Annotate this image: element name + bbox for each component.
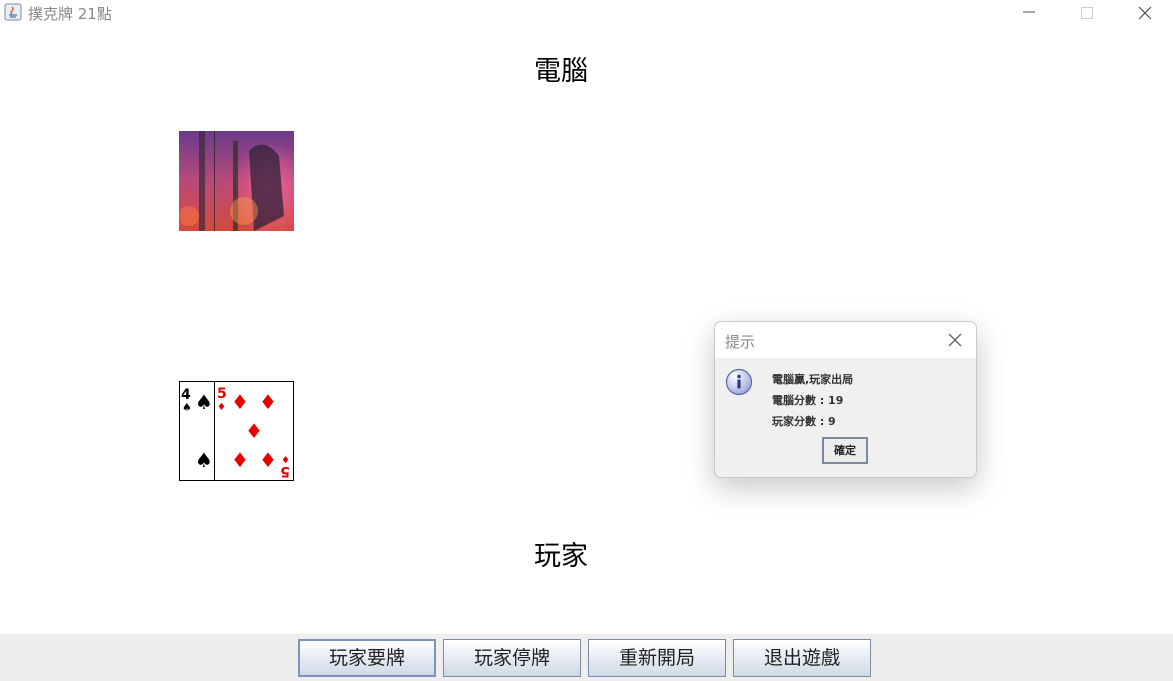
dialog-message-player-score: 玩家分數 : 9 [772, 415, 836, 428]
svg-text:♠: ♠ [195, 390, 213, 414]
dialog-close-button[interactable] [946, 331, 964, 349]
close-icon [948, 333, 962, 347]
message-dialog: 提示 電腦贏,玩家出局 電腦分數 : 19 玩家分數 : 9 確定 [714, 321, 977, 478]
dialog-message-result: 電腦贏,玩家出局 [772, 373, 854, 386]
dialog-titlebar: 提示 [715, 322, 976, 358]
stand-button[interactable]: 玩家停牌 [443, 639, 581, 677]
player-hand: 4 ♠ ♠ ♠ 5 ♦ ♦ ♦ ♦ ♦ ♦ 5 ♦ [179, 381, 294, 481]
svg-text:♦: ♦ [231, 448, 249, 472]
minimize-icon [1023, 11, 1035, 13]
maximize-icon [1081, 7, 1093, 19]
dialog-message-computer-score: 電腦分數 : 19 [772, 394, 844, 407]
svg-text:♦: ♦ [259, 390, 277, 414]
svg-text:♦: ♦ [245, 419, 263, 443]
window-title: 撲克牌 21點 [28, 5, 112, 23]
svg-text:♦: ♦ [217, 402, 226, 413]
window-titlebar: 撲克牌 21點 [0, 0, 1173, 26]
player-label: 玩家 [534, 541, 588, 572]
hit-button[interactable]: 玩家要牌 [298, 639, 436, 677]
svg-text:♦: ♦ [231, 390, 249, 414]
restart-button[interactable]: 重新開局 [588, 639, 726, 677]
svg-text:5: 5 [280, 463, 290, 479]
computer-label: 電腦 [534, 56, 588, 87]
svg-text:♠: ♠ [195, 448, 213, 472]
ok-button[interactable]: 確定 [822, 437, 868, 464]
close-window-button[interactable] [1116, 0, 1173, 26]
svg-text:♦: ♦ [259, 448, 277, 472]
svg-text:5: 5 [217, 386, 227, 402]
java-app-icon [4, 3, 22, 21]
minimize-button[interactable] [1000, 0, 1058, 26]
action-button-bar: 玩家要牌 玩家停牌 重新開局 退出遊戲 [0, 634, 1173, 681]
computer-card-backs [179, 131, 294, 231]
svg-text:♠: ♠ [182, 401, 192, 414]
exit-game-button[interactable]: 退出遊戲 [733, 639, 871, 677]
info-icon [725, 368, 753, 396]
dialog-title: 提示 [725, 333, 756, 351]
card-back [215, 131, 294, 231]
close-icon [1138, 6, 1152, 20]
computer-hand [179, 131, 294, 231]
maximize-button[interactable] [1058, 0, 1116, 26]
card-back [179, 131, 215, 231]
card-5-diamonds: 5 ♦ ♦ ♦ ♦ ♦ ♦ 5 ♦ [214, 381, 294, 481]
player-cards: 4 ♠ ♠ ♠ 5 ♦ ♦ ♦ ♦ ♦ ♦ 5 ♦ [179, 381, 294, 481]
svg-text:♦: ♦ [281, 453, 290, 464]
